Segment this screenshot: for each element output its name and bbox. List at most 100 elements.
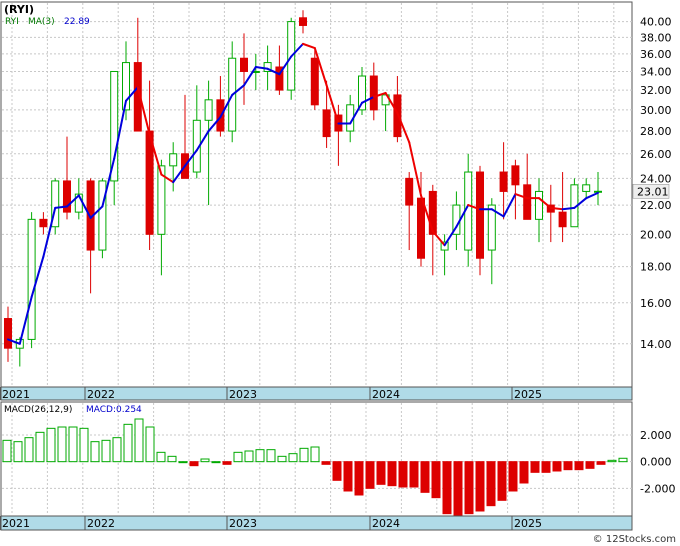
last-price-tag: 23.01: [632, 184, 670, 199]
macd-bar: [24, 437, 34, 463]
macd-bar: [90, 441, 100, 463]
macd-y-axis: 2.000 0.000 -2.000: [640, 429, 675, 495]
macd-bar: [134, 418, 144, 463]
macd-title: MACD(26,12,9): [4, 405, 72, 415]
price-y-axis: 14.00 16.00 18.00 20.00 22.00 24.00 26.00 28.00…: [640, 16, 672, 351]
price-y-tick-label: 40.00: [640, 16, 672, 29]
ma-segment: [561, 206, 576, 211]
macd-bar: [431, 461, 441, 499]
macd-bar: [563, 461, 573, 471]
macd-bar: [101, 439, 111, 463]
price-y-tick-label: 24.00: [640, 172, 672, 185]
price-x-tick-label: 2025: [514, 388, 542, 401]
price-x-tick-label: 2021: [2, 388, 30, 401]
macd-x-tick-label: 2025: [514, 517, 542, 530]
candle-body: [240, 57, 248, 72]
candle-body: [4, 318, 12, 349]
candle-body: [582, 184, 591, 192]
macd-bar: [310, 446, 320, 463]
candle-body: [511, 165, 520, 186]
macd-bar: [365, 461, 375, 489]
candle-body: [145, 130, 154, 235]
price-x-tick-label: 2022: [87, 388, 115, 401]
macd-bar: [255, 449, 265, 463]
candle-body: [27, 218, 36, 340]
macd-bar: [211, 461, 221, 464]
macd-bar: [2, 439, 12, 463]
price-y-tick-label: 20.00: [640, 228, 672, 241]
macd-bar: [46, 427, 56, 463]
macd-bar: [68, 426, 78, 463]
macd-bar: [156, 451, 166, 463]
legend-ma-label: MA(3): [28, 17, 55, 27]
ma-segment: [54, 205, 68, 209]
price-y-tick-label: 38.00: [640, 31, 672, 44]
price-x-tick-label: 2023: [229, 388, 257, 401]
watermark: © 12Stocks.com: [593, 534, 676, 545]
macd-bar: [486, 461, 496, 507]
candle-body: [169, 153, 178, 167]
macd-bar: [541, 461, 551, 473]
macd-bar: [530, 461, 540, 473]
candle-body: [322, 109, 331, 138]
macd-x-tick-label: 2023: [229, 517, 257, 530]
candle-body: [39, 218, 48, 228]
macd-bar: [552, 461, 562, 472]
macd-bar: [321, 461, 331, 465]
candle-body: [299, 17, 307, 26]
macd-bar: [35, 431, 45, 463]
candle-body: [428, 190, 437, 235]
macd-x-tick-label: 2024: [372, 517, 400, 530]
macd-bar: [343, 461, 353, 492]
macd-bar: [464, 461, 474, 515]
macd-value-label: MACD:0.254: [86, 405, 142, 415]
macd-y-tick-label: 0.000: [640, 456, 672, 469]
candle-body: [476, 171, 484, 259]
macd-bar: [585, 461, 595, 469]
price-y-tick-label: 30.00: [640, 104, 672, 117]
price-y-tick-label: 26.00: [640, 148, 672, 161]
macd-x-tick-label: 2022: [87, 517, 115, 530]
price-y-tick-label: 18.00: [640, 261, 672, 274]
macd-bar: [354, 461, 364, 496]
price-y-tick-label: 14.00: [640, 338, 672, 351]
macd-bar: [288, 453, 298, 463]
stock-chart: 14.00 16.00 18.00 20.00 22.00 24.00 26.00 28.00…: [0, 1, 676, 545]
ma-segment: [549, 206, 564, 211]
macd-bar: [376, 461, 386, 485]
price-y-tick-label: 34.00: [640, 65, 672, 78]
macd-bar: [409, 461, 419, 488]
macd-bar: [167, 455, 177, 463]
chart-title: (RYI): [4, 3, 34, 16]
candle-body: [558, 211, 567, 228]
macd-bar: [453, 461, 463, 516]
macd-bar: [57, 426, 67, 463]
macd-bar: [574, 461, 584, 471]
macd-bar: [200, 458, 210, 463]
macd-bar: [266, 449, 276, 463]
macd-x-tick-label: 2021: [2, 517, 30, 530]
candle-body: [417, 197, 425, 259]
macd-bar: [497, 461, 507, 501]
candle-body: [369, 75, 378, 111]
macd-bar: [607, 459, 617, 463]
macd-bar: [222, 461, 232, 465]
candle-body: [535, 190, 543, 220]
candle-body: [405, 177, 414, 206]
price-y-tick-label: 22.00: [640, 199, 672, 212]
macd-bar: [596, 461, 606, 465]
price-x-tick-label: 2024: [372, 388, 400, 401]
macd-bar: [178, 461, 188, 464]
macd-bar: [398, 461, 408, 488]
candle-body: [523, 184, 532, 220]
macd-bar: [299, 447, 309, 463]
macd-bar: [123, 423, 133, 463]
candle-body: [499, 171, 508, 192]
macd-bar: [442, 461, 452, 515]
legend-symbol: RYI: [5, 17, 19, 27]
price-y-tick-label: 16.00: [640, 297, 672, 310]
macd-bar: [233, 451, 243, 463]
macd-bar: [277, 455, 287, 463]
macd-bar: [145, 426, 155, 463]
macd-bar: [112, 437, 122, 463]
